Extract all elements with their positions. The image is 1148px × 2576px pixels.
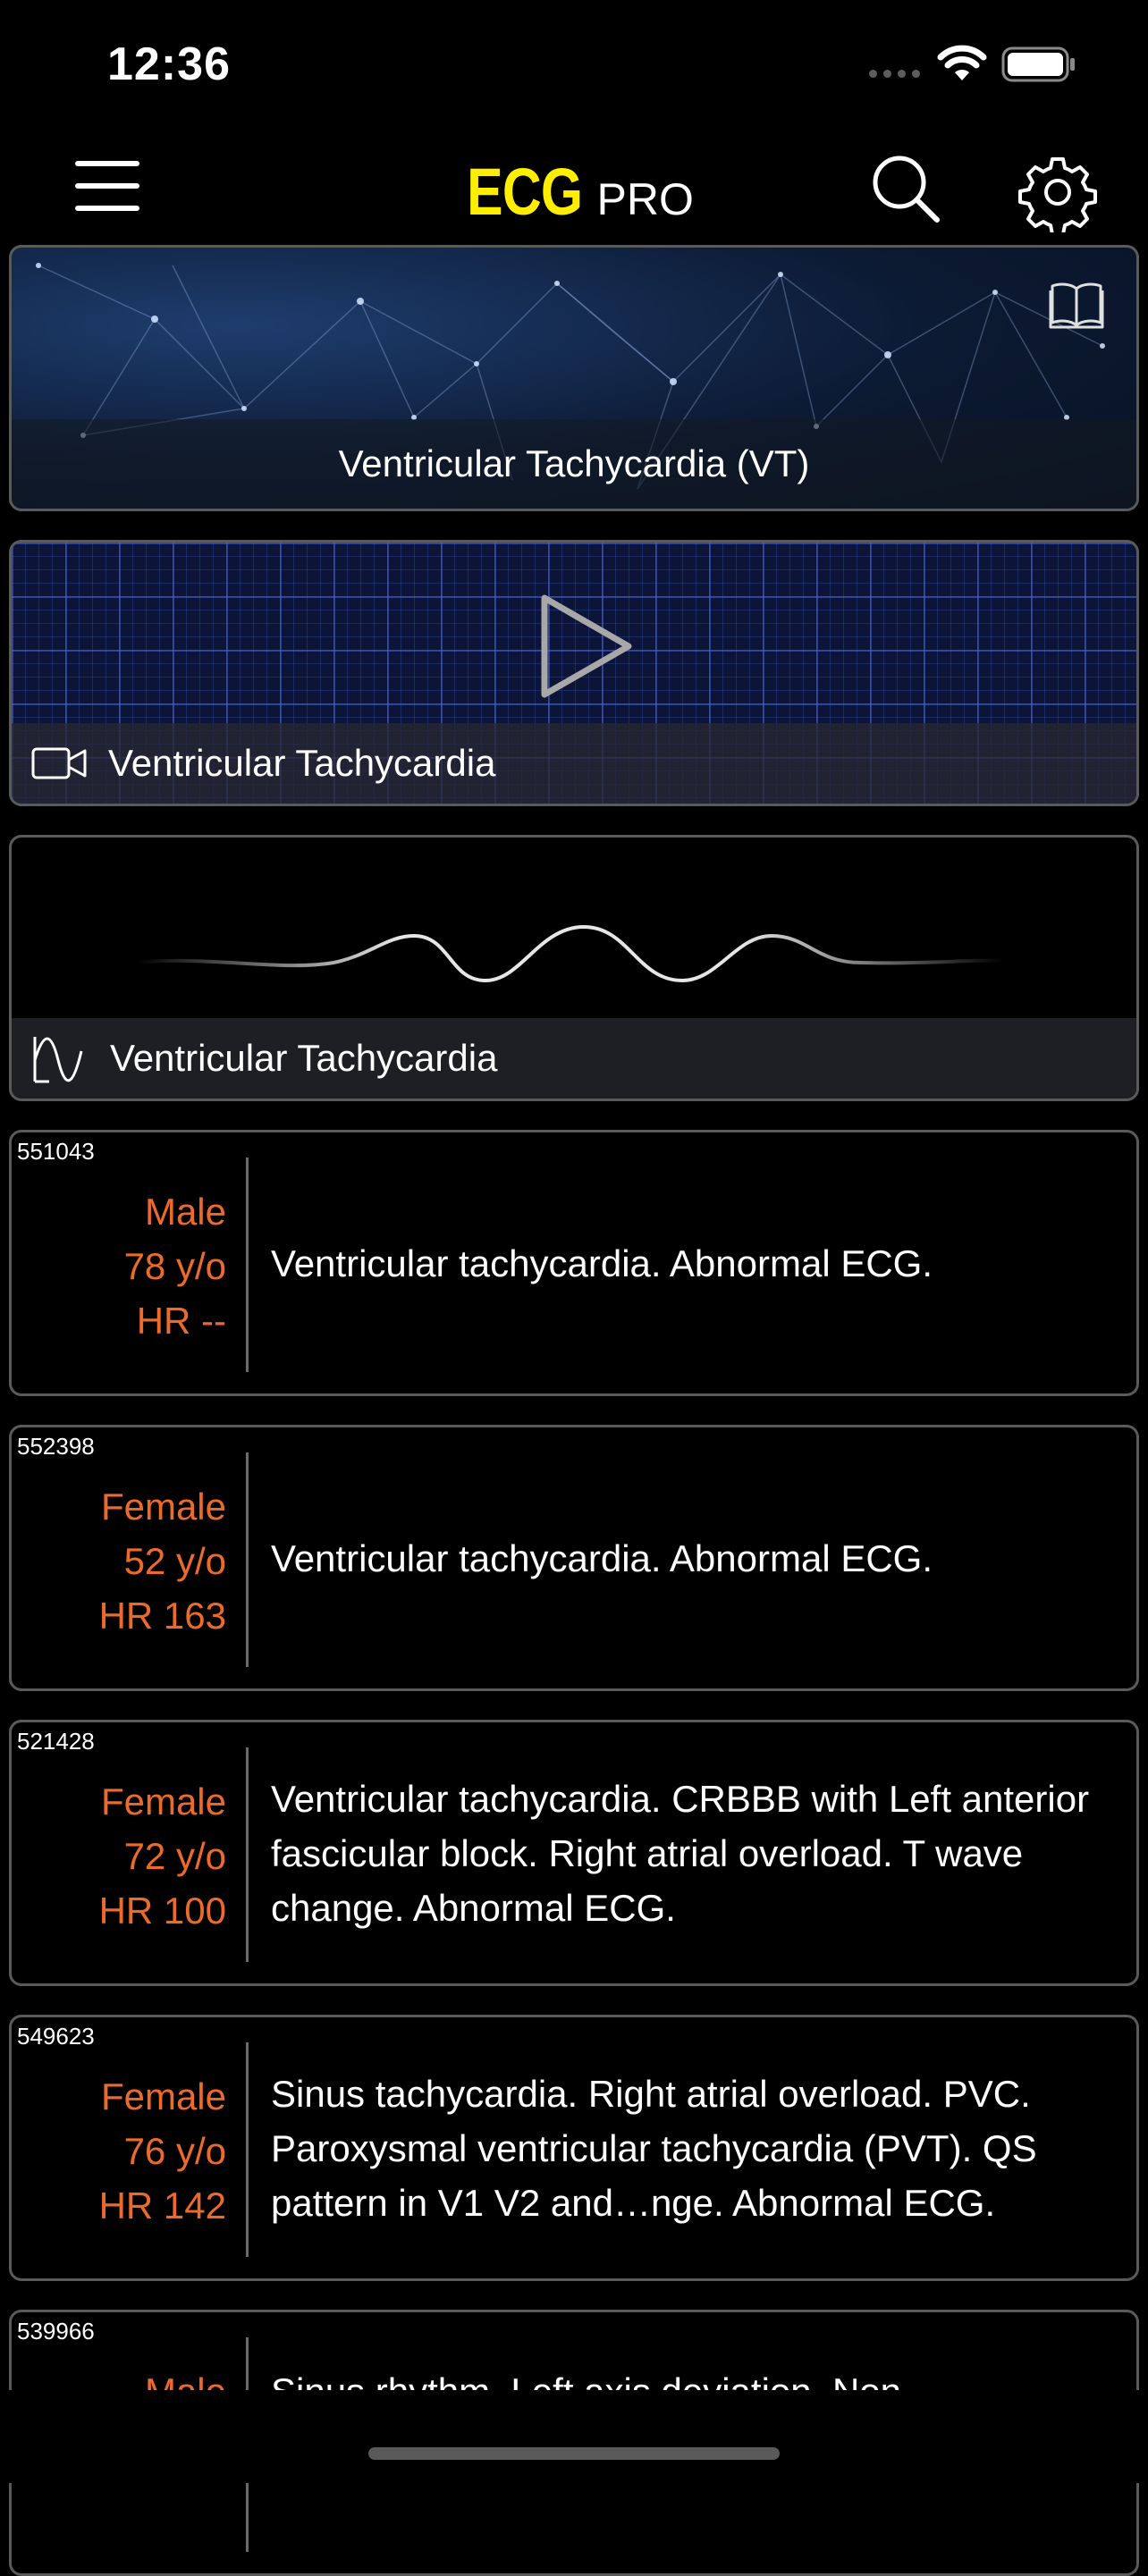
ecg-description: Sinus tachycardia. Right atrial overload… <box>271 2017 1118 2278</box>
ecg-description-text: Sinus tachycardia. Right atrial overload… <box>271 2072 1037 2224</box>
heart-rate: HR -- <box>136 1300 226 1342</box>
waveform-icon <box>31 1033 89 1083</box>
topic-card[interactable]: Ventricular Tachycardia (VT) <box>9 245 1139 511</box>
book-icon <box>1049 282 1104 329</box>
patient-sex: Male <box>144 1191 226 1233</box>
wifi-icon <box>937 45 987 80</box>
patient-meta: Female 52 y/o HR 163 <box>12 1479 226 1643</box>
ecg-description: Ventricular tachycardia. Abnormal ECG. <box>271 1427 1118 1688</box>
video-camera-icon <box>31 745 87 781</box>
battery-icon <box>1001 46 1075 82</box>
cellular-icon <box>869 70 920 78</box>
status-bar: 12:36 <box>0 0 1148 130</box>
ecg-id: 521428 <box>17 1728 95 1755</box>
ecg-entry[interactable]: 521428 Female 72 y/o HR 100 Ventricular … <box>9 1720 1139 1986</box>
app-title-pro: PRO <box>596 174 694 224</box>
heart-rate: HR 142 <box>98 2185 226 2227</box>
waveform-card[interactable]: Ventricular Tachycardia <box>9 835 1139 1101</box>
video-title: Ventricular Tachycardia <box>108 742 496 784</box>
divider <box>246 1747 249 1962</box>
patient-meta: Male 78 y/o HR -- <box>12 1184 226 1348</box>
topic-title: Ventricular Tachycardia (VT) <box>12 419 1136 509</box>
patient-sex: Female <box>100 1780 226 1823</box>
heart-rate: HR 100 <box>98 1890 226 1932</box>
divider <box>246 1158 249 1372</box>
waveform-title: Ventricular Tachycardia <box>110 1037 498 1079</box>
video-card[interactable]: Ventricular Tachycardia <box>9 540 1139 806</box>
search-icon[interactable] <box>869 152 944 227</box>
video-caption: Ventricular Tachycardia <box>12 723 1136 804</box>
app-title: ECG PRO <box>0 154 1148 230</box>
ecg-description-text: Ventricular tachycardia. Abnormal ECG. <box>271 1536 933 1579</box>
patient-age: 76 y/o <box>123 2130 226 2172</box>
patient-age: 52 y/o <box>123 1540 226 1582</box>
ecg-description: Ventricular tachycardia. Abnormal ECG. <box>271 1132 1118 1393</box>
ecg-entry[interactable]: 552398 Female 52 y/o HR 163 Ventricular … <box>9 1425 1139 1691</box>
heart-rate: HR 163 <box>98 1595 226 1637</box>
patient-sex: Female <box>100 1486 226 1528</box>
ecg-id: 549623 <box>17 2023 95 2050</box>
ecg-id: 552398 <box>17 1433 95 1460</box>
patient-age: 78 y/o <box>123 1245 226 1287</box>
patient-sex: Female <box>100 2075 226 2117</box>
status-time: 12:36 <box>107 38 231 90</box>
patient-age: 72 y/o <box>123 1835 226 1877</box>
divider <box>246 1452 249 1667</box>
ecg-description-text: Ventricular tachycardia. CRBBB with Left… <box>271 1777 1090 1929</box>
play-icon[interactable] <box>537 593 636 700</box>
ecg-entry[interactable]: 549623 Female 76 y/o HR 142 Sinus tachyc… <box>9 2015 1139 2281</box>
app-title-ecg: ECG <box>467 155 583 229</box>
ecg-entry[interactable]: 551043 Male 78 y/o HR -- Ventricular tac… <box>9 1130 1139 1396</box>
waveform-graphic <box>136 924 1005 983</box>
ecg-id: 551043 <box>17 1138 95 1165</box>
bottom-safe-area <box>0 2390 1148 2483</box>
patient-meta: Female 76 y/o HR 142 <box>12 2069 226 2233</box>
gear-icon[interactable] <box>1017 152 1098 232</box>
waveform-caption: Ventricular Tachycardia <box>12 1018 1136 1099</box>
home-indicator[interactable] <box>368 2447 780 2460</box>
divider <box>246 2042 249 2257</box>
patient-meta: Female 72 y/o HR 100 <box>12 1774 226 1938</box>
ecg-description: Ventricular tachycardia. CRBBB with Left… <box>271 1722 1118 1983</box>
ecg-id: 539966 <box>17 2318 95 2344</box>
ecg-description-text: Ventricular tachycardia. Abnormal ECG. <box>271 1242 933 1284</box>
nav-bar: ECG PRO <box>0 134 1148 241</box>
